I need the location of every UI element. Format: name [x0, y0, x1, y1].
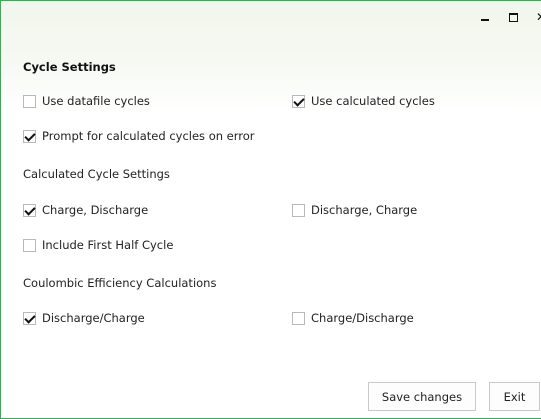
prompt-on-error-checkbox[interactable] — [23, 129, 36, 143]
coulombic-efficiency-heading: Coulombic Efficiency Calculations — [23, 276, 217, 290]
charge-over-discharge-label: Charge/Discharge — [311, 311, 414, 325]
calculated-cycle-settings-heading: Calculated Cycle Settings — [23, 167, 170, 181]
exit-button[interactable]: Exit — [489, 382, 540, 411]
include-first-half-cycle-option[interactable]: Include First Half Cycle — [23, 238, 173, 252]
use-calculated-cycles-option[interactable]: Use calculated cycles — [292, 94, 435, 108]
use-datafile-cycles-label: Use datafile cycles — [42, 94, 150, 108]
charge-discharge-checkbox[interactable] — [23, 203, 36, 217]
discharge-charge-option[interactable]: Discharge, Charge — [292, 203, 417, 217]
close-button[interactable]: ✕ — [531, 7, 541, 27]
discharge-over-charge-label: Discharge/Charge — [42, 311, 145, 325]
section-title: Cycle Settings — [23, 60, 116, 74]
use-calculated-cycles-checkbox[interactable] — [292, 94, 305, 108]
use-calculated-cycles-label: Use calculated cycles — [311, 94, 435, 108]
save-changes-button[interactable]: Save changes — [368, 382, 476, 411]
minimize-button[interactable] — [475, 7, 495, 27]
close-icon: ✕ — [536, 11, 541, 23]
charge-discharge-label: Charge, Discharge — [42, 203, 149, 217]
minimize-icon — [481, 19, 489, 21]
include-first-half-cycle-label: Include First Half Cycle — [42, 238, 174, 252]
maximize-button[interactable] — [503, 7, 523, 27]
charge-over-discharge-option[interactable]: Charge/Discharge — [292, 311, 414, 325]
discharge-charge-checkbox[interactable] — [292, 203, 305, 217]
cycle-settings-window: ✕ Cycle Settings Use datafile cycles Use… — [0, 0, 541, 419]
discharge-over-charge-checkbox[interactable] — [23, 311, 36, 325]
use-datafile-cycles-option[interactable]: Use datafile cycles — [23, 94, 150, 108]
prompt-on-error-label: Prompt for calculated cycles on error — [42, 129, 255, 143]
prompt-on-error-option[interactable]: Prompt for calculated cycles on error — [23, 129, 255, 143]
charge-discharge-option[interactable]: Charge, Discharge — [23, 203, 148, 217]
include-first-half-cycle-checkbox[interactable] — [23, 238, 36, 252]
charge-over-discharge-checkbox[interactable] — [292, 311, 305, 325]
use-datafile-cycles-checkbox[interactable] — [23, 94, 36, 108]
discharge-charge-label: Discharge, Charge — [311, 203, 418, 217]
maximize-icon — [508, 12, 518, 22]
discharge-over-charge-option[interactable]: Discharge/Charge — [23, 311, 145, 325]
